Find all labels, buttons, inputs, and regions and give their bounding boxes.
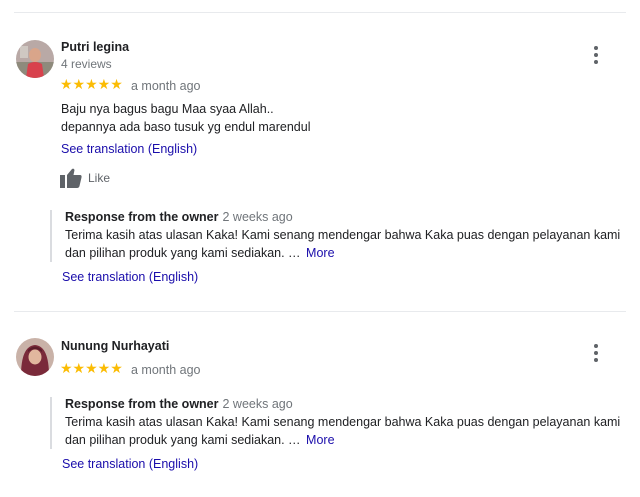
more-link[interactable]: More — [306, 433, 334, 447]
more-link[interactable]: More — [306, 246, 334, 260]
review-text: Baju nya bagus bagu Maa syaa Allah.. dep… — [61, 100, 311, 136]
owner-response-line: Terima kasih atas ulasan Kaka! Kami sena… — [65, 415, 621, 429]
reviewer-avatar[interactable] — [16, 338, 54, 376]
owner-response-date: 2 weeks ago — [222, 210, 293, 224]
owner-response-translation-link[interactable]: See translation (English) — [62, 457, 198, 471]
owner-response-title: Response from the owner — [65, 397, 219, 411]
see-translation-link[interactable]: See translation (English) — [61, 142, 197, 156]
kebab-menu-icon — [594, 46, 598, 50]
reviewer-name[interactable]: Nunung Nurhayati — [61, 339, 169, 353]
star-rating: ★★★★★ — [60, 76, 123, 92]
owner-response-line: dan pilihan produk yang kami sediakan. … — [65, 245, 301, 260]
reviewer-review-count[interactable]: 4 reviews — [61, 57, 112, 71]
review-text-line: Baju nya bagus bagu Maa syaa Allah.. — [61, 102, 274, 116]
review-text-line: depannya ada baso tusuk yg endul marendu… — [61, 120, 311, 134]
avatar-photo-icon — [16, 40, 54, 78]
owner-response-text: Terima kasih atas ulasan Kaka! Kami sena… — [65, 414, 625, 449]
top-divider — [14, 12, 626, 13]
owner-response-line: Terima kasih atas ulasan Kaka! Kami sena… — [65, 228, 621, 242]
owner-response-text: Terima kasih atas ulasan Kaka! Kami sena… — [65, 227, 625, 262]
review-more-options-button[interactable] — [588, 43, 604, 67]
review-date: a month ago — [131, 79, 201, 93]
owner-response: Response from the owner 2 weeks ago Terim… — [50, 210, 632, 262]
kebab-menu-icon — [594, 344, 598, 348]
owner-response-title: Response from the owner — [65, 210, 219, 224]
review-date: a month ago — [131, 363, 201, 377]
reviewer-avatar[interactable] — [16, 40, 54, 78]
avatar-photo-icon — [16, 338, 54, 376]
review-divider — [14, 311, 626, 312]
like-label: Like — [88, 171, 111, 185]
owner-response-line: dan pilihan produk yang kami sediakan. … — [65, 432, 301, 447]
review-more-options-button[interactable] — [588, 341, 604, 365]
owner-response-translation-link[interactable]: See translation (English) — [62, 270, 198, 284]
star-rating: ★★★★★ — [60, 360, 123, 376]
reviewer-name[interactable]: Putri legina — [61, 40, 129, 54]
like-button[interactable]: Like — [60, 168, 110, 188]
owner-response: Response from the owner 2 weeks ago Terim… — [50, 397, 632, 449]
owner-response-date: 2 weeks ago — [222, 397, 293, 411]
thumbs-up-icon — [60, 168, 82, 188]
